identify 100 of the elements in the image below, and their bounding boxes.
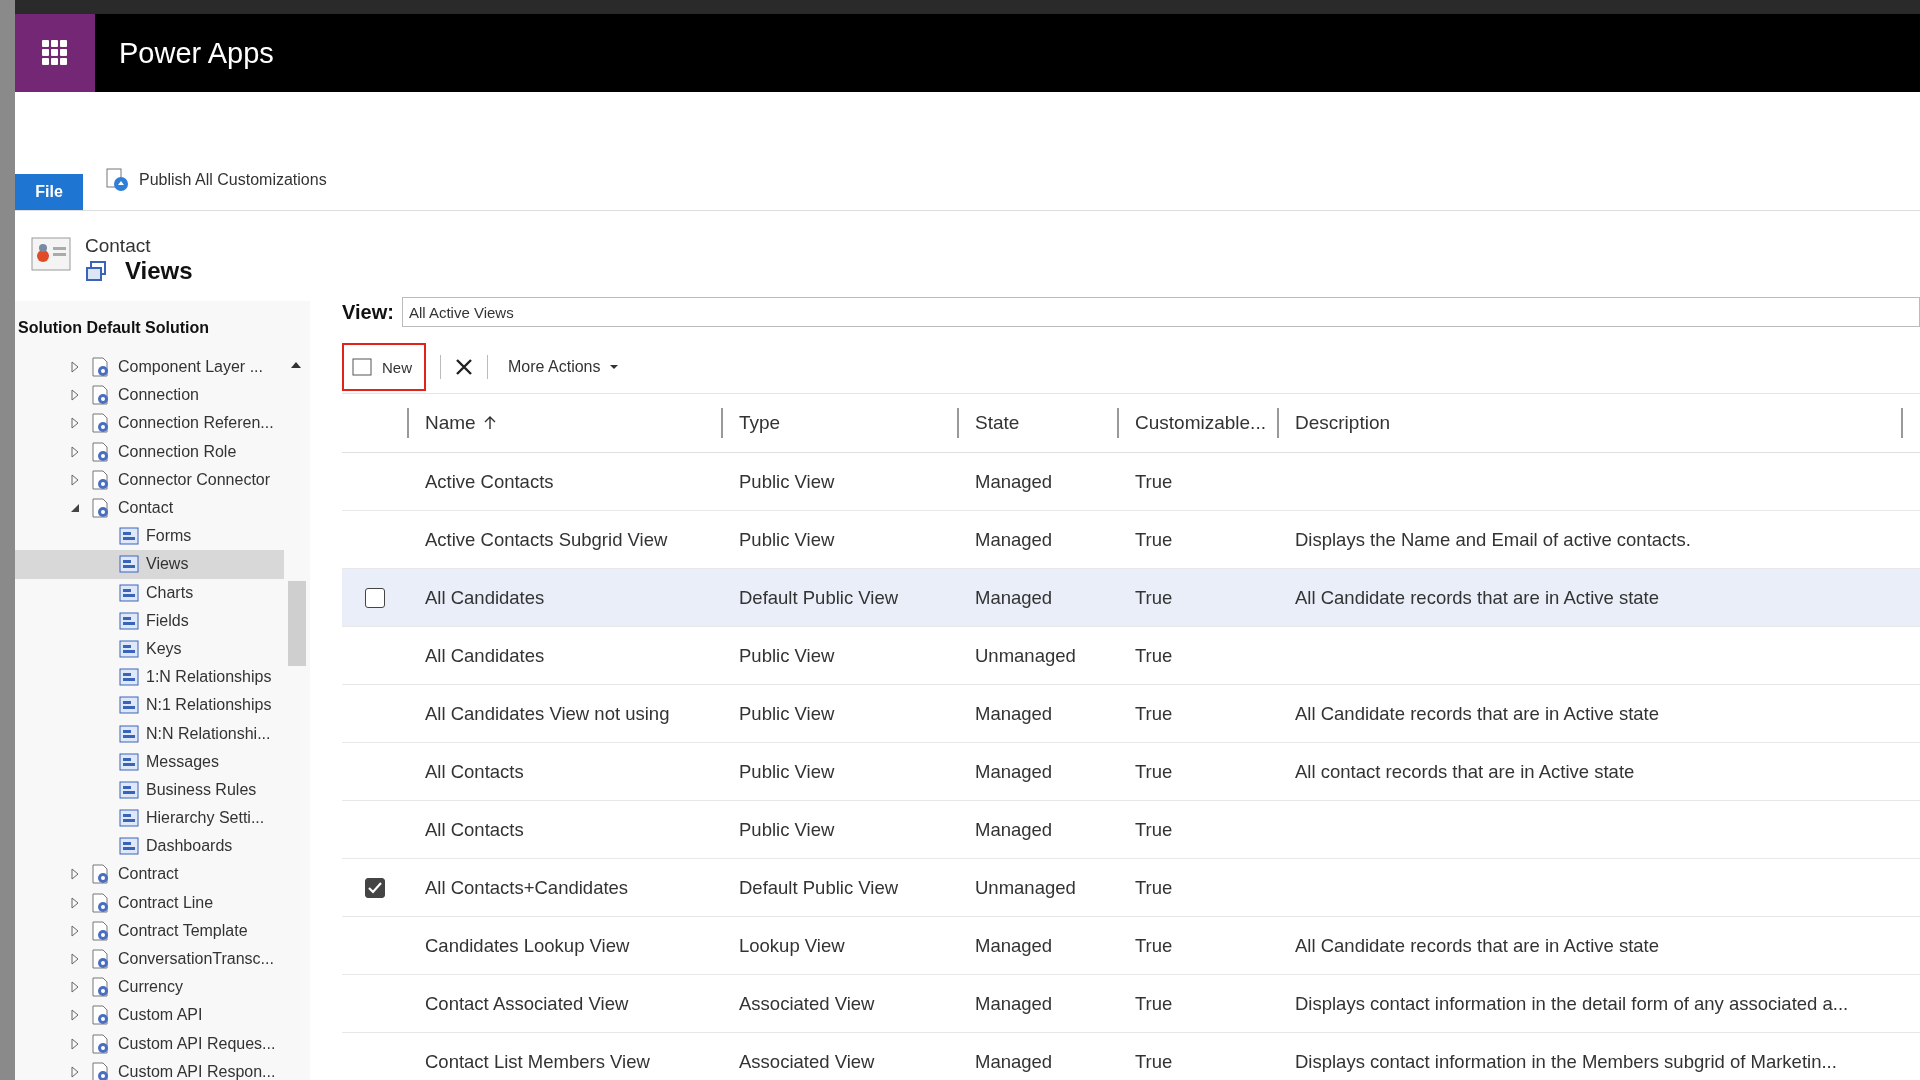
scrollbar-thumb[interactable] bbox=[288, 581, 306, 666]
delete-icon[interactable] bbox=[455, 358, 473, 376]
component-icon bbox=[118, 807, 140, 830]
table-cell: Unmanaged bbox=[975, 876, 1076, 898]
tree-item[interactable]: Custom API Reques... bbox=[15, 1029, 284, 1058]
table-row[interactable]: Active Contacts Public View Managed True bbox=[342, 453, 1920, 511]
table-cell: All Candidate records that are in Active state bbox=[1295, 934, 1660, 956]
tree-item[interactable]: 1:N Relationships bbox=[15, 663, 284, 692]
tree-item[interactable]: Views bbox=[15, 550, 284, 579]
view-selector[interactable]: All Active Views bbox=[401, 297, 1920, 327]
tree-item[interactable]: N:N Relationshi... bbox=[15, 719, 284, 748]
expand-icon[interactable] bbox=[70, 981, 80, 994]
tree-item[interactable]: Contract Template bbox=[15, 916, 284, 945]
table-cell: All Contacts+Candidates bbox=[425, 876, 629, 898]
expand-icon[interactable] bbox=[70, 953, 80, 966]
component-icon bbox=[118, 750, 140, 773]
waffle-icon bbox=[42, 40, 68, 66]
table-cell: All Contacts bbox=[425, 760, 524, 782]
table-cell: Contact List Members View bbox=[425, 1050, 650, 1072]
table-row[interactable]: All Contacts Public View Managed True All contact records that are in Active state bbox=[342, 743, 1920, 801]
collapse-icon[interactable] bbox=[70, 502, 80, 515]
table-row[interactable]: All Contacts+Candidates Default Public View Unmanaged True bbox=[342, 859, 1920, 917]
tree-item[interactable]: Forms bbox=[15, 522, 284, 551]
component-icon bbox=[118, 637, 140, 660]
expand-icon[interactable] bbox=[70, 473, 80, 486]
table-row[interactable]: Candidates Lookup View Lookup View Managed True All Candidate records that are in Active state bbox=[342, 917, 1920, 975]
table-row[interactable]: All Candidates Default Public View Managed True All Candidate records that are in Active state bbox=[342, 569, 1920, 627]
entity-name: Contact bbox=[85, 235, 152, 257]
expand-icon[interactable] bbox=[70, 1065, 80, 1078]
solution-title: Solution Default Solution bbox=[15, 301, 310, 345]
tree-item[interactable]: ConversationTransc... bbox=[15, 944, 284, 974]
table-cell: Managed bbox=[975, 760, 1053, 782]
table-cell: Displays the Name and Email of active contacts. bbox=[1295, 528, 1691, 550]
table-row[interactable]: All Contacts Public View Managed True bbox=[342, 801, 1920, 859]
table-row[interactable]: All Candidates View not using Public View Managed True All Candidate records that are in Active state bbox=[342, 685, 1920, 743]
tree-item[interactable]: Keys bbox=[15, 634, 284, 664]
tree-item[interactable]: Charts bbox=[15, 578, 284, 607]
scroll-up-icon[interactable] bbox=[290, 361, 302, 369]
app-launcher-button[interactable] bbox=[15, 14, 95, 92]
expand-icon[interactable] bbox=[70, 868, 80, 881]
publish-button[interactable]: Publish All Customizations bbox=[105, 162, 327, 198]
expand-icon[interactable] bbox=[70, 389, 80, 402]
tree-item[interactable]: Currency bbox=[15, 973, 284, 1002]
table-cell: True bbox=[1135, 934, 1173, 956]
component-icon bbox=[118, 581, 140, 604]
table-cell: True bbox=[1135, 818, 1173, 840]
table-cell: Managed bbox=[975, 934, 1053, 956]
tree-item[interactable]: Custom API Respon... bbox=[15, 1057, 284, 1080]
component-icon bbox=[118, 722, 140, 745]
tree-item[interactable]: Contract bbox=[15, 860, 284, 889]
row-checkbox[interactable] bbox=[364, 877, 385, 898]
row-checkbox[interactable] bbox=[364, 587, 385, 608]
expand-icon[interactable] bbox=[70, 896, 80, 909]
column-header[interactable]: Description bbox=[1277, 408, 1901, 438]
column-header[interactable]: Name bbox=[407, 408, 721, 438]
tree-item[interactable]: Custom API bbox=[15, 1001, 284, 1030]
sort-up-icon bbox=[483, 416, 496, 430]
file-tab[interactable]: File bbox=[15, 174, 83, 210]
component-icon bbox=[118, 525, 140, 548]
table-cell: All Candidates bbox=[425, 586, 545, 608]
app-title: Power Apps bbox=[119, 36, 274, 70]
tree-item[interactable]: Component Layer ... bbox=[15, 353, 284, 382]
table-cell: True bbox=[1135, 1050, 1173, 1072]
tree-item[interactable]: Connection Role bbox=[15, 437, 284, 466]
column-header[interactable]: Type bbox=[721, 408, 957, 438]
new-button[interactable]: New bbox=[342, 343, 426, 391]
table-row[interactable]: All Candidates Public View Unmanaged True bbox=[342, 627, 1920, 685]
tree-item[interactable]: Contract Line bbox=[15, 888, 284, 917]
table-cell: Public View bbox=[739, 528, 835, 550]
table-cell: True bbox=[1135, 586, 1173, 608]
table-cell: All contact records that are in Active state bbox=[1295, 760, 1635, 782]
table-row[interactable]: Contact List Members View Associated View Managed True Displays contact information in the Members subgrid of Marketin... bbox=[342, 1033, 1920, 1080]
tree-item[interactable]: Fields bbox=[15, 606, 284, 635]
more-actions-button[interactable]: More Actions bbox=[502, 357, 625, 377]
table-cell: Default Public View bbox=[739, 586, 899, 608]
tree-item[interactable]: Connector Connector bbox=[15, 465, 284, 494]
tree-item[interactable]: Messages bbox=[15, 747, 284, 776]
table-row[interactable]: Contact Associated View Associated View Managed True Displays contact information in the detail form of any associated a... bbox=[342, 975, 1920, 1033]
table-cell: All Contacts bbox=[425, 818, 524, 840]
expand-icon[interactable] bbox=[70, 361, 80, 374]
tree-item[interactable]: Dashboards bbox=[15, 832, 284, 861]
expand-icon[interactable] bbox=[70, 1037, 80, 1050]
expand-icon[interactable] bbox=[70, 924, 80, 937]
tree-item[interactable]: N:1 Relationships bbox=[15, 691, 284, 720]
expand-icon[interactable] bbox=[70, 1009, 80, 1022]
table-cell: All Candidates View not using bbox=[425, 702, 670, 724]
tree-item[interactable]: Hierarchy Setti... bbox=[15, 804, 284, 833]
expand-icon[interactable] bbox=[70, 445, 80, 458]
table-cell: True bbox=[1135, 876, 1173, 898]
table-cell: True bbox=[1135, 528, 1173, 550]
tree-item[interactable]: Connection bbox=[15, 381, 284, 410]
tree-item[interactable]: Business Rules bbox=[15, 775, 284, 804]
table-cell: Default Public View bbox=[739, 876, 899, 898]
tree-item[interactable]: Connection Referen... bbox=[15, 409, 284, 438]
new-icon bbox=[352, 357, 372, 377]
column-header[interactable]: State bbox=[957, 408, 1117, 438]
table-cell: True bbox=[1135, 702, 1173, 724]
column-header[interactable]: Customizable... bbox=[1117, 408, 1277, 438]
expand-icon[interactable] bbox=[70, 417, 80, 430]
tree-item[interactable]: Contact bbox=[15, 493, 284, 523]
